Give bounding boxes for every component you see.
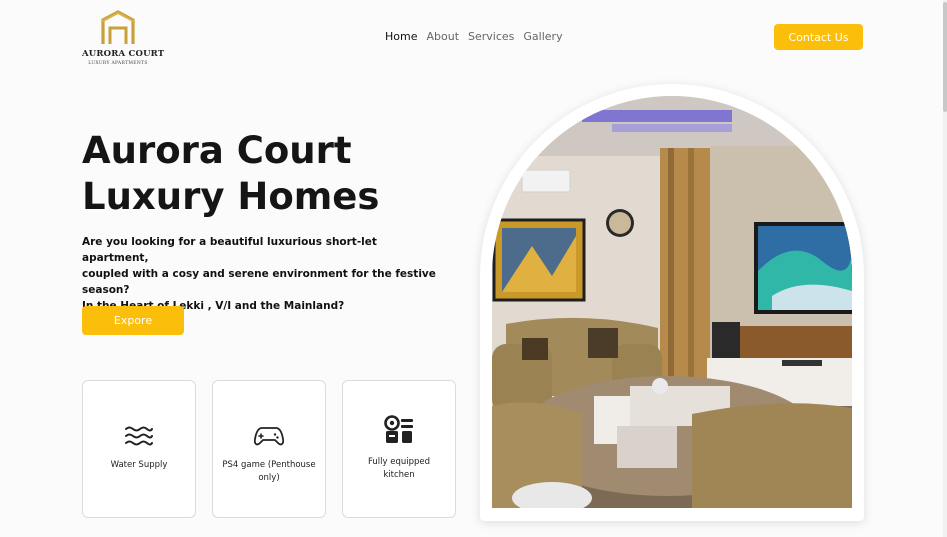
nav-gallery[interactable]: Gallery (523, 30, 562, 43)
kitchen-icon (384, 415, 413, 443)
main-nav: Home About Services Gallery (385, 30, 572, 43)
feature-label: Fully equipped kitchen (367, 457, 431, 480)
nav-services[interactable]: Services (468, 30, 514, 43)
scrollbar-thumb[interactable] (943, 2, 947, 112)
logo-tagline: LUXURY APARTMENTS (88, 61, 148, 66)
hero-description-line1: Are you looking for a beautiful luxuriou… (82, 236, 377, 264)
feature-label: Water Supply (110, 460, 168, 470)
nav-home[interactable]: Home (385, 30, 417, 43)
brand-logo[interactable]: AURORA COURT LUXURY APARTMENTS (82, 10, 165, 68)
hero-title-line2: Luxury Homes (82, 175, 380, 218)
living-room-photo (492, 96, 852, 508)
feature-card-water: Water Supply (82, 380, 196, 518)
feature-card-ps4: PS4 game (Penthouse only) (212, 380, 326, 518)
water-icon (125, 426, 153, 446)
hero-description: Are you looking for a beautiful luxuriou… (82, 234, 442, 314)
gamepad-icon (254, 427, 284, 446)
hero-title-line1: Aurora Court (82, 129, 352, 172)
hero-title: Aurora Court Luxury Homes (82, 128, 462, 220)
explore-button[interactable]: Expore (82, 306, 184, 335)
page-scrollbar[interactable] (943, 0, 947, 537)
contact-us-button[interactable]: Contact Us (774, 24, 863, 50)
nav-about[interactable]: About (426, 30, 459, 43)
logo-name: AURORA COURT (82, 49, 165, 59)
feature-card-kitchen: Fully equipped kitchen (342, 380, 456, 518)
feature-label: PS4 game (Penthouse only) (222, 460, 316, 483)
hero-description-line2: coupled with a cosy and serene environme… (82, 268, 436, 296)
logo-mark-icon (101, 10, 135, 44)
